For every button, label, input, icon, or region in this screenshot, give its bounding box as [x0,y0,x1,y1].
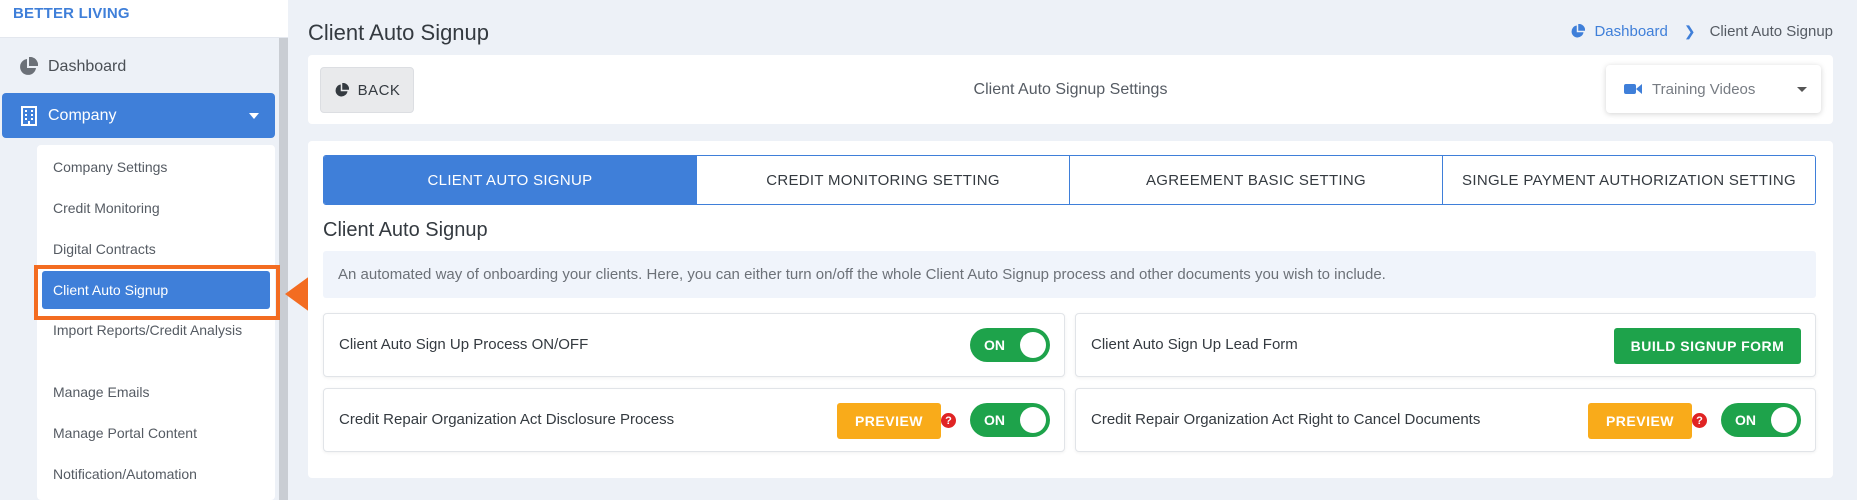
tab-single-payment-authorization-setting[interactable]: SINGLE PAYMENT AUTHORIZATION SETTING [1442,156,1815,204]
sidebar-item-dashboard[interactable]: Dashboard [0,48,278,86]
training-videos-label: Training Videos [1652,80,1756,98]
chevron-down-icon [249,113,259,119]
chevron-right-icon: ❯ [1683,23,1696,39]
building-icon [21,105,37,126]
disclosure-preview-button[interactable]: PREVIEW [837,403,941,439]
toggle-state: ON [984,337,1005,353]
company-submenu: Company Settings Credit Monitoring Digit… [37,145,275,500]
toggle-state: ON [984,412,1005,428]
section-description: An automated way of onboarding your clie… [323,251,1816,298]
setting-label: Credit Repair Organization Act Disclosur… [339,411,675,428]
toggle-knob [1020,332,1046,358]
brand-logo-text: BETTER LIVING [13,5,130,22]
build-signup-form-button[interactable]: BUILD SIGNUP FORM [1614,328,1801,364]
setting-process-toggle: Client Auto Sign Up Process ON/OFF ON [323,313,1065,377]
toggle-knob [1771,407,1797,433]
toolbar-title: Client Auto Signup Settings [973,81,1168,98]
page-title: Client Auto Signup [308,20,490,45]
tab-credit-monitoring-setting[interactable]: CREDIT MONITORING SETTING [696,156,1069,204]
setting-label: Client Auto Sign Up Lead Form [1091,336,1298,353]
highlight-annotation-box [34,265,280,320]
tab-client-auto-signup[interactable]: CLIENT AUTO SIGNUP [324,156,696,204]
submenu-item-credit-monitoring[interactable]: Credit Monitoring [53,198,263,218]
setting-disclosure-process: Credit Repair Organization Act Disclosur… [323,388,1065,452]
submenu-item-company-settings[interactable]: Company Settings [53,157,263,177]
sidebar-item-dashboard-label: Dashboard [48,58,127,75]
setting-cancel-documents: Credit Repair Organization Act Right to … [1075,388,1816,452]
pie-chart-icon [335,82,349,96]
breadcrumb-dashboard-label: Dashboard [1594,23,1668,40]
setting-label: Client Auto Sign Up Process ON/OFF [339,336,589,353]
breadcrumb-current: Client Auto Signup [1709,23,1833,40]
settings-card: CLIENT AUTO SIGNUP CREDIT MONITORING SET… [308,141,1833,478]
training-videos-dropdown[interactable]: Training Videos [1606,65,1821,113]
back-button[interactable]: BACK [320,67,414,113]
submenu-item-manage-portal-content[interactable]: Manage Portal Content [53,423,263,443]
section-title: Client Auto Signup [323,219,488,241]
cancel-docs-preview-button[interactable]: PREVIEW [1588,403,1692,439]
sidebar-item-company-label: Company [48,106,117,124]
submenu-item-notification-automation[interactable]: Notification/Automation [53,464,263,484]
settings-tabs: CLIENT AUTO SIGNUP CREDIT MONITORING SET… [323,155,1816,205]
setting-label: Credit Repair Organization Act Right to … [1091,411,1481,428]
breadcrumb: Dashboard ❯ Client Auto Signup [1570,23,1833,40]
pie-chart-icon [1572,24,1586,38]
submenu-item-import-reports[interactable]: Import Reports/Credit Analysis [53,320,263,340]
brand-header: BETTER LIVING [0,0,288,38]
pie-chart-icon [20,57,38,75]
setting-lead-form: Client Auto Sign Up Lead Form BUILD SIGN… [1075,313,1816,377]
tab-agreement-basic-setting[interactable]: AGREEMENT BASIC SETTING [1069,156,1442,204]
chevron-down-icon [1797,87,1807,92]
toggle-knob [1020,407,1046,433]
help-icon[interactable]: ? [1692,413,1707,428]
breadcrumb-dashboard-link[interactable]: Dashboard [1570,23,1668,40]
cancel-docs-on-off-toggle[interactable]: ON [1721,403,1801,437]
sidebar: BETTER LIVING Dashboard Company Company … [0,0,288,500]
sidebar-item-company[interactable]: Company [2,93,275,138]
back-button-label: BACK [357,81,401,99]
disclosure-on-off-toggle[interactable]: ON [970,403,1050,437]
help-icon[interactable]: ? [941,413,956,428]
settings-toolbar: Client Auto Signup Settings BACK Trainin… [308,55,1833,124]
video-camera-icon [1624,84,1642,94]
process-on-off-toggle[interactable]: ON [970,328,1050,362]
submenu-item-digital-contracts[interactable]: Digital Contracts [53,239,263,259]
submenu-item-manage-emails[interactable]: Manage Emails [53,382,263,402]
toggle-state: ON [1735,412,1756,428]
